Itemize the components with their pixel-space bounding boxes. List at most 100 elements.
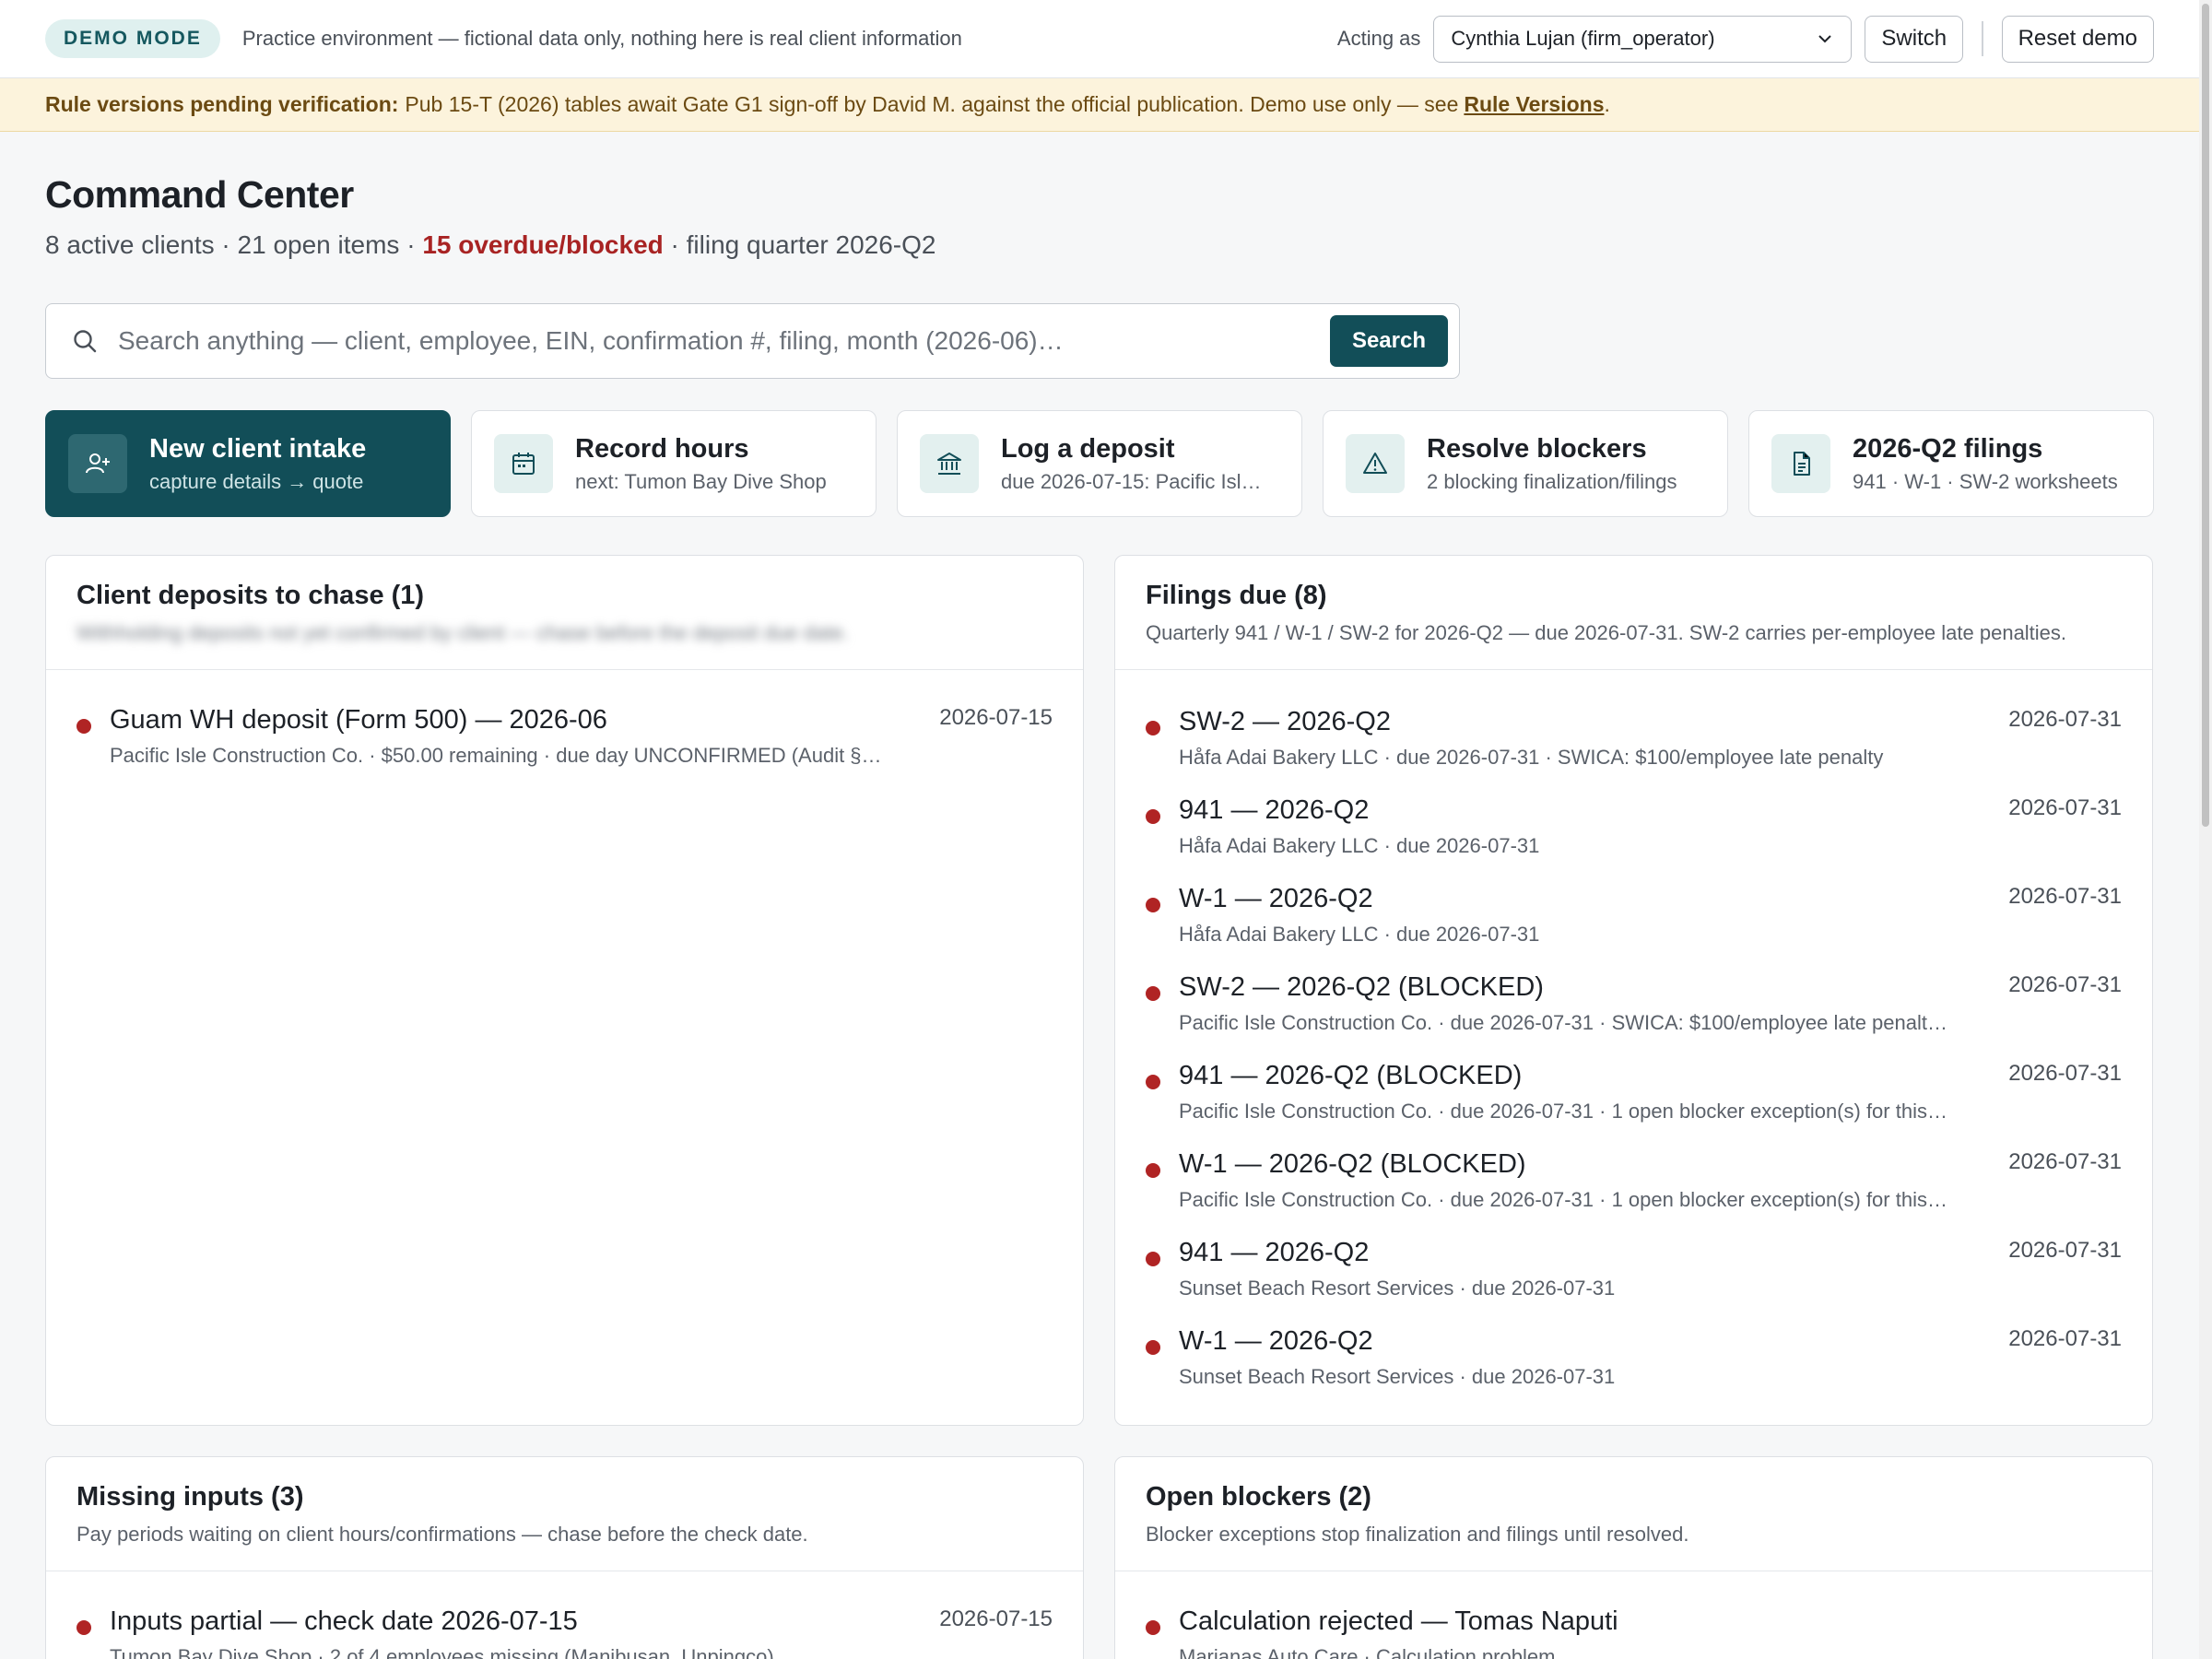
active-clients-count: 8 active clients xyxy=(45,230,215,259)
panel-title: Missing inputs (3) xyxy=(76,1482,304,1512)
item-title: Inputs partial — check date 2026-07-15 xyxy=(110,1606,578,1636)
tile-new-client-intake[interactable]: New client intake capture details → quot… xyxy=(45,410,451,517)
status-dot xyxy=(1146,1075,1160,1089)
list-item[interactable]: SW-2 — 2026-Q2 Håfa Adai Bakery LLC · du… xyxy=(1146,707,2122,795)
acting-as-label: Acting as xyxy=(1336,27,1421,50)
demo-note: Practice environment — fictional data on… xyxy=(241,27,962,50)
tile-title: Resolve blockers xyxy=(1427,433,1647,464)
item-date: 2026-07-31 xyxy=(2008,1238,2122,1263)
filings-list: SW-2 — 2026-Q2 Håfa Adai Bakery LLC · du… xyxy=(1115,670,2152,1415)
open-items-count: 21 open items xyxy=(237,230,400,259)
list-item[interactable]: 941 — 2026-Q2 (BLOCKED) Pacific Isle Con… xyxy=(1146,1061,2122,1149)
demo-topbar: DEMO MODE Practice environment — fiction… xyxy=(0,0,2199,78)
panel-subtitle: Quarterly 941 / W-1 / SW-2 for 2026-Q2 —… xyxy=(1146,621,2067,644)
list-item[interactable]: 941 — 2026-Q2 Sunset Beach Resort Servic… xyxy=(1146,1238,2122,1326)
panel-title: Open blockers (2) xyxy=(1146,1482,1371,1512)
item-date: 2026-07-31 xyxy=(2008,707,2122,732)
rule-versions-link[interactable]: Rule Versions xyxy=(1464,92,1604,117)
demo-mode-badge: DEMO MODE xyxy=(45,19,220,58)
filings-due-panel: Filings due (8) Quarterly 941 / W-1 / SW… xyxy=(1114,555,2153,1426)
panel-subtitle: Blocker exceptions stop finalization and… xyxy=(1146,1523,1689,1546)
calendar-icon xyxy=(494,434,553,493)
banner-period: . xyxy=(1604,92,1610,116)
search-input[interactable] xyxy=(118,326,1330,356)
tile-subtitle: next: Tumon Bay Dive Shop xyxy=(575,469,827,493)
panel-header: Filings due (8) Quarterly 941 / W-1 / SW… xyxy=(1115,556,2152,670)
item-title: W-1 — 2026-Q2 xyxy=(1179,1326,1373,1356)
list-item[interactable]: W-1 — 2026-Q2 Håfa Adai Bakery LLC · due… xyxy=(1146,884,2122,972)
list-item[interactable]: 941 — 2026-Q2 Håfa Adai Bakery LLC · due… xyxy=(1146,795,2122,884)
item-date: 2026-07-15 xyxy=(939,705,1053,730)
item-subtitle: Håfa Adai Bakery LLC · due 2026-07-31 xyxy=(1179,834,1540,857)
status-dot xyxy=(76,1620,91,1635)
list-item[interactable]: SW-2 — 2026-Q2 (BLOCKED) Pacific Isle Co… xyxy=(1146,972,2122,1061)
tile-resolve-blockers[interactable]: Resolve blockers 2 blocking finalization… xyxy=(1323,410,1728,517)
item-subtitle: Sunset Beach Resort Services · due 2026-… xyxy=(1179,1365,1616,1388)
tile-subtitle: 941 · W-1 · SW-2 worksheets xyxy=(1853,469,2118,493)
status-dot xyxy=(1146,1340,1160,1355)
status-dot xyxy=(76,719,91,734)
item-date: 2026-07-15 xyxy=(939,1606,1053,1631)
missing-inputs-panel: Missing inputs (3) Pay periods waiting o… xyxy=(45,1456,1084,1659)
item-subtitle: Marianas Auto Care · Calculation problem xyxy=(1179,1645,1556,1659)
panel-subtitle: Withholding deposits not yet confirmed b… xyxy=(76,621,849,644)
item-title: Guam WH deposit (Form 500) — 2026-06 xyxy=(110,705,607,735)
item-subtitle: Tumon Bay Dive Shop · 2 of 4 employees m… xyxy=(110,1645,774,1659)
chevron-down-icon xyxy=(1818,35,1832,43)
item-subtitle: Pacific Isle Construction Co. · $50.00 r… xyxy=(110,744,882,767)
global-search: Search xyxy=(45,303,1460,379)
reset-demo-button[interactable]: Reset demo xyxy=(2001,15,2154,63)
warning-icon xyxy=(1346,434,1405,493)
open-blockers-panel: Open blockers (2) Blocker exceptions sto… xyxy=(1114,1456,2153,1659)
list-item[interactable]: W-1 — 2026-Q2 Sunset Beach Resort Servic… xyxy=(1146,1326,2122,1415)
item-date: 2026-07-31 xyxy=(2008,972,2122,997)
overdue-count[interactable]: 15 overdue/blocked xyxy=(422,230,663,259)
tile-quarter-filings[interactable]: 2026-Q2 filings 941 · W-1 · SW-2 workshe… xyxy=(1748,410,2154,517)
panel-header: Missing inputs (3) Pay periods waiting o… xyxy=(46,1457,1083,1571)
panel-header: Open blockers (2) Blocker exceptions sto… xyxy=(1115,1457,2152,1571)
item-subtitle: Pacific Isle Construction Co. · due 2026… xyxy=(1179,1188,1947,1211)
scrollbar-thumb[interactable] xyxy=(2202,4,2209,827)
page-title: Command Center xyxy=(45,173,354,216)
tile-record-hours[interactable]: Record hours next: Tumon Bay Dive Shop xyxy=(471,410,877,517)
page-scrollbar[interactable] xyxy=(2199,0,2212,1659)
item-date: 2026-07-31 xyxy=(2008,1326,2122,1351)
banner-text: Pub 15-T (2026) tables await Gate G1 sig… xyxy=(405,92,1459,116)
list-item[interactable]: Inputs partial — check date 2026-07-15 T… xyxy=(76,1606,1053,1659)
list-item[interactable]: Calculation rejected — Tomas Naputi Mari… xyxy=(1146,1606,2122,1659)
item-title: 941 — 2026-Q2 xyxy=(1179,1238,1370,1267)
item-subtitle: Pacific Isle Construction Co. · due 2026… xyxy=(1179,1100,1947,1123)
tile-title: New client intake xyxy=(149,433,367,464)
item-date: 2026-07-31 xyxy=(2008,795,2122,820)
status-dot xyxy=(1146,1620,1160,1635)
acting-user-value: Cynthia Lujan (firm_operator) xyxy=(1451,27,1715,50)
list-item[interactable]: Guam WH deposit (Form 500) — 2026-06 Pac… xyxy=(76,705,1053,794)
banner-heading: Rule versions pending verification: xyxy=(45,92,399,116)
missing-inputs-list: Inputs partial — check date 2026-07-15 T… xyxy=(46,1571,1083,1659)
panel-title: Filings due (8) xyxy=(1146,581,1327,610)
item-title: 941 — 2026-Q2 (BLOCKED) xyxy=(1179,1061,1523,1090)
item-date: 2026-07-31 xyxy=(2008,1061,2122,1086)
divider xyxy=(1982,21,1983,56)
acting-user-select[interactable]: Cynthia Lujan (firm_operator) xyxy=(1433,15,1853,63)
tile-subtitle: capture details → quote xyxy=(149,469,364,493)
user-plus-icon xyxy=(68,434,127,493)
search-button[interactable]: Search xyxy=(1329,315,1448,367)
rule-verification-banner: Rule versions pending verification: Pub … xyxy=(0,78,2199,132)
item-subtitle: Pacific Isle Construction Co. · due 2026… xyxy=(1179,1011,1947,1034)
panel-title: Client deposits to chase (1) xyxy=(76,581,425,610)
item-title: SW-2 — 2026-Q2 xyxy=(1179,707,1391,736)
panel-subtitle: Pay periods waiting on client hours/conf… xyxy=(76,1523,808,1546)
status-dot xyxy=(1146,986,1160,1001)
item-date: 2026-07-31 xyxy=(2008,1149,2122,1174)
document-icon xyxy=(1771,434,1830,493)
list-item[interactable]: W-1 — 2026-Q2 (BLOCKED) Pacific Isle Con… xyxy=(1146,1149,2122,1238)
item-title: 941 — 2026-Q2 xyxy=(1179,795,1370,825)
item-date: 2026-07-31 xyxy=(2008,884,2122,909)
switch-button[interactable]: Switch xyxy=(1865,15,1964,63)
blockers-list: Calculation rejected — Tomas Naputi Mari… xyxy=(1115,1571,2152,1659)
tile-log-deposit[interactable]: Log a deposit due 2026-07-15: Pacific Is… xyxy=(897,410,1302,517)
item-title: W-1 — 2026-Q2 xyxy=(1179,884,1373,913)
item-subtitle: Sunset Beach Resort Services · due 2026-… xyxy=(1179,1277,1616,1300)
item-title: W-1 — 2026-Q2 (BLOCKED) xyxy=(1179,1149,1526,1179)
